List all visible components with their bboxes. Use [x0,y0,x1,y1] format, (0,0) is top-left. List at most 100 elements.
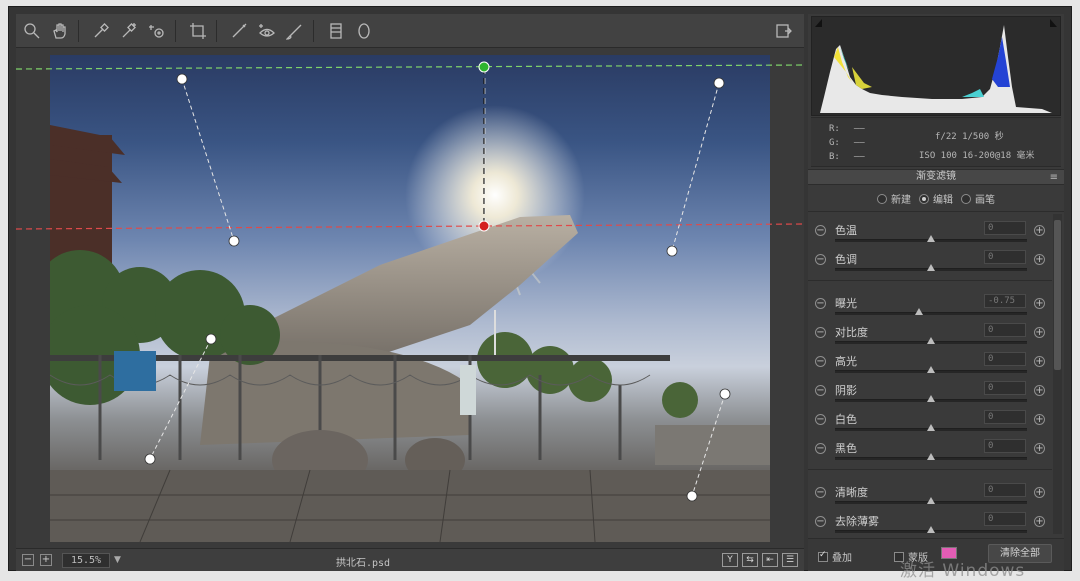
highlight-clipping-warning-icon[interactable] [1050,19,1057,27]
rotation-handle[interactable] [205,333,217,345]
decrease-button[interactable]: − [815,414,826,425]
zoom-in-button[interactable]: + [40,554,52,566]
image-canvas[interactable] [15,48,805,548]
panel-scrollbar[interactable] [1053,214,1062,534]
slider-row: − 清晰度 0 + [808,480,1052,509]
rgb-blue-readout: B: —— [829,152,865,162]
camera-exposure-info: f/22 1/500 秒 [935,132,1004,142]
slider-value-field[interactable]: 0 [984,352,1026,366]
slider-value-field[interactable]: 0 [984,323,1026,337]
graduated-filter-icon[interactable] [324,19,348,43]
slider-thumb[interactable] [915,308,924,315]
decrease-button[interactable]: − [815,298,826,309]
radio-indicator [877,193,887,204]
slider-label: 去除薄雾 [835,515,879,528]
decrease-button[interactable]: − [815,254,826,265]
rotation-handle[interactable] [713,77,725,89]
rotation-handle[interactable] [228,235,240,247]
increase-button[interactable]: + [1034,516,1045,527]
increase-button[interactable]: + [1034,487,1045,498]
hand-icon[interactable] [48,19,72,43]
image-info: R: —— G: —— B: —— f/22 1/500 秒 ISO 100 16-2… [811,117,1061,167]
camera-raw-window: − + 15.5% ▼ 拱北石.psd Y ⇆ ⇤ ☰ R: —— G: —— … [0,0,1080,581]
color-sampler-icon[interactable] [117,19,141,43]
increase-button[interactable]: + [1034,356,1045,367]
decrease-button[interactable]: − [815,385,826,396]
rotation-handle[interactable] [686,490,698,502]
slider-thumb[interactable] [927,424,935,431]
mode-edit-radio[interactable]: 编辑 [919,191,953,206]
slider-thumb[interactable] [927,395,935,402]
mode-new-radio[interactable]: 新建 [877,191,911,206]
decrease-button[interactable]: − [815,443,826,454]
zoom-icon[interactable] [20,19,44,43]
increase-button[interactable]: + [1034,385,1045,396]
slider-thumb[interactable] [927,264,935,271]
slider-thumb[interactable] [927,235,935,242]
slider-value-field[interactable]: 0 [984,381,1026,395]
rotation-handle[interactable] [719,388,731,400]
slider-row: − 黑色 0 + [808,436,1052,465]
overlay-checkbox[interactable]: 叠加 [818,549,852,564]
white-balance-eyedropper-icon[interactable] [89,19,113,43]
spot-removal-icon[interactable] [227,19,251,43]
preview-preferences-button[interactable]: ☰ [782,553,798,567]
decrease-button[interactable]: − [815,225,826,236]
rgb-green-readout: G: —— [829,138,865,148]
toolbar-separator [175,19,176,42]
scrollbar-thumb[interactable] [1054,220,1061,370]
slider-value-field[interactable]: 0 [984,512,1026,526]
slider-thumb[interactable] [927,453,935,460]
zoom-level[interactable]: 15.5% [62,552,110,568]
before-after-view-button[interactable]: Y [722,553,738,567]
shadow-clipping-warning-icon[interactable] [815,19,822,27]
filter-start-pin[interactable] [478,61,490,73]
slider-thumb[interactable] [927,337,935,344]
slider-thumb[interactable] [927,497,935,504]
increase-button[interactable]: + [1034,254,1045,265]
adjustment-panel: R: —— G: —— B: —— f/22 1/500 秒 ISO 100 16-2… [808,14,1064,571]
crop-icon[interactable] [186,19,210,43]
zoom-out-button[interactable]: − [22,554,34,566]
decrease-button[interactable]: − [815,516,826,527]
increase-button[interactable]: + [1034,414,1045,425]
mode-brush-radio[interactable]: 画笔 [961,191,995,206]
copy-settings-button[interactable]: ⇤ [762,553,778,567]
targeted-adjustment-icon[interactable] [145,19,169,43]
slider-row: − 高光 0 + [808,349,1052,378]
filter-end-pin[interactable] [478,220,490,232]
slider-value-field[interactable]: 0 [984,439,1026,453]
rotation-handle[interactable] [176,73,188,85]
increase-button[interactable]: + [1034,327,1045,338]
decrease-button[interactable]: − [815,327,826,338]
slider-value-field[interactable]: 0 [984,483,1026,497]
slider-thumb[interactable] [927,366,935,373]
panel-menu-icon[interactable]: ≡ [1050,171,1058,185]
decrease-button[interactable]: − [815,356,826,367]
slider-value-field[interactable]: -0.75 [984,294,1026,308]
radial-filter-icon[interactable] [352,19,376,43]
slider-label: 黑色 [835,442,857,455]
rotation-handle[interactable] [144,453,156,465]
photo-scene [50,105,770,542]
slider-value-field[interactable]: 0 [984,250,1026,264]
toolbar-separator [313,19,314,42]
red-eye-icon[interactable] [255,19,279,43]
increase-button[interactable]: + [1034,298,1045,309]
adjustment-brush-icon[interactable] [283,19,307,43]
slider-label: 阴影 [835,384,857,397]
fullscreen-toggle-icon[interactable] [772,19,796,43]
swap-settings-button[interactable]: ⇆ [742,553,758,567]
rotation-handle[interactable] [666,245,678,257]
slider-thumb[interactable] [927,526,935,533]
slider-track[interactable] [835,312,1027,315]
zoom-dropdown-icon[interactable]: ▼ [114,555,126,565]
decrease-button[interactable]: − [815,487,826,498]
photo-preview [50,55,770,542]
increase-button[interactable]: + [1034,225,1045,236]
increase-button[interactable]: + [1034,443,1045,454]
panel-title: 渐变滤镜 ≡ [808,169,1064,185]
slider-value-field[interactable]: 0 [984,221,1026,235]
slider-label: 色调 [835,253,857,266]
slider-value-field[interactable]: 0 [984,410,1026,424]
